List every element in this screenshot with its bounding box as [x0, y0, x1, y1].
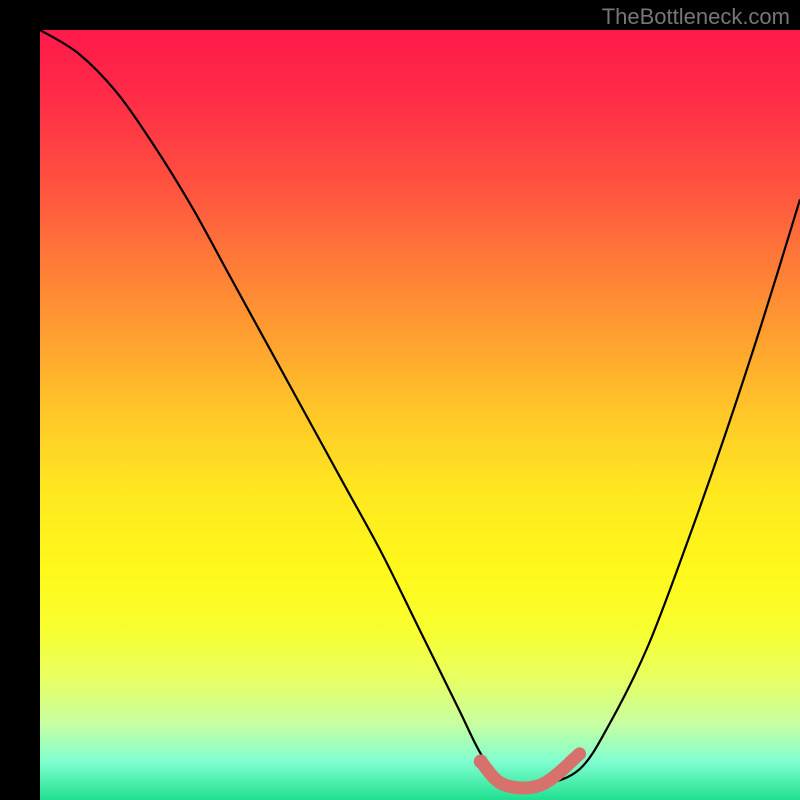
highlight-segment: [481, 754, 580, 788]
highlight-dot: [474, 755, 488, 769]
chart-svg: [40, 30, 800, 800]
attribution-text: TheBottleneck.com: [602, 4, 790, 30]
bottleneck-curve: [40, 30, 800, 788]
chart-area: [40, 30, 800, 800]
